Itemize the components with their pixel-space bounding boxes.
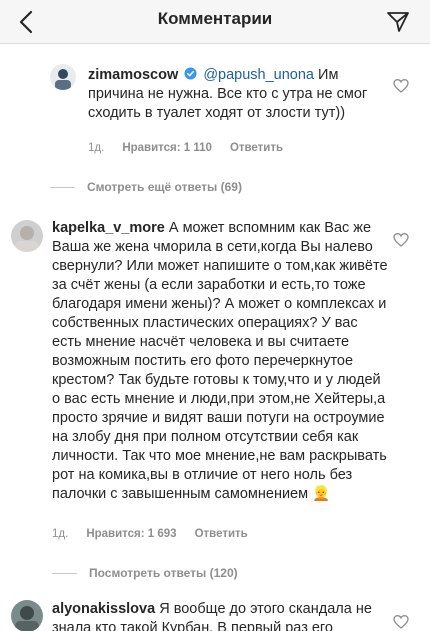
emoji: 👱 xyxy=(312,486,331,502)
like-button[interactable] xyxy=(393,232,409,248)
like-button[interactable] xyxy=(393,78,409,94)
comment-likes[interactable]: Нравится: 1 693 xyxy=(86,528,176,540)
like-button[interactable] xyxy=(393,614,409,630)
heart-icon xyxy=(393,232,409,247)
comment-time: 1д. xyxy=(88,142,105,154)
view-more-replies-button[interactable]: Смотреть ещё ответы (69) xyxy=(50,180,242,194)
comment-time: 1д. xyxy=(52,528,69,540)
comment-text: zimamoscow @papush_unona Им причина не н… xyxy=(88,66,378,123)
share-button[interactable] xyxy=(383,7,413,37)
top-bar: Комментарии xyxy=(0,0,430,44)
comment-meta: 1д. Нравится: 1 110 Ответить xyxy=(88,142,283,154)
comment-username[interactable]: alyonakisslova xyxy=(52,601,155,617)
comment-username[interactable]: zimamoscow xyxy=(88,67,178,83)
replies-divider xyxy=(52,572,77,574)
replies-divider xyxy=(50,186,75,188)
comment-meta: 1д. Нравится: 1 693 Ответить xyxy=(52,528,248,540)
verified-badge-icon xyxy=(184,67,197,80)
avatar[interactable] xyxy=(11,220,43,252)
reply-button[interactable]: Ответить xyxy=(195,528,248,540)
comment-text: kapelka_v_more А может вспомним как Вас … xyxy=(52,219,388,504)
comment-text: alyonakisslova Я вообще до этого скандал… xyxy=(52,600,388,631)
comment-mention[interactable]: @papush_unona xyxy=(203,67,314,83)
view-more-replies-label: Смотреть ещё ответы (69) xyxy=(87,180,242,194)
page-title: Комментарии xyxy=(157,9,273,28)
avatar[interactable] xyxy=(11,600,43,631)
heart-icon xyxy=(393,614,409,629)
view-replies-label: Посмотреть ответы (120) xyxy=(89,566,238,580)
comment-likes[interactable]: Нравится: 1 110 xyxy=(122,142,212,154)
paper-plane-icon xyxy=(387,12,409,32)
avatar[interactable] xyxy=(50,64,76,90)
comment-body: А может вспомним как Вас же Ваша же жена… xyxy=(52,220,388,502)
comment-username[interactable]: kapelka_v_more xyxy=(52,220,165,236)
view-replies-button[interactable]: Посмотреть ответы (120) xyxy=(52,566,238,580)
heart-icon xyxy=(393,78,409,93)
reply-button[interactable]: Ответить xyxy=(230,142,283,154)
